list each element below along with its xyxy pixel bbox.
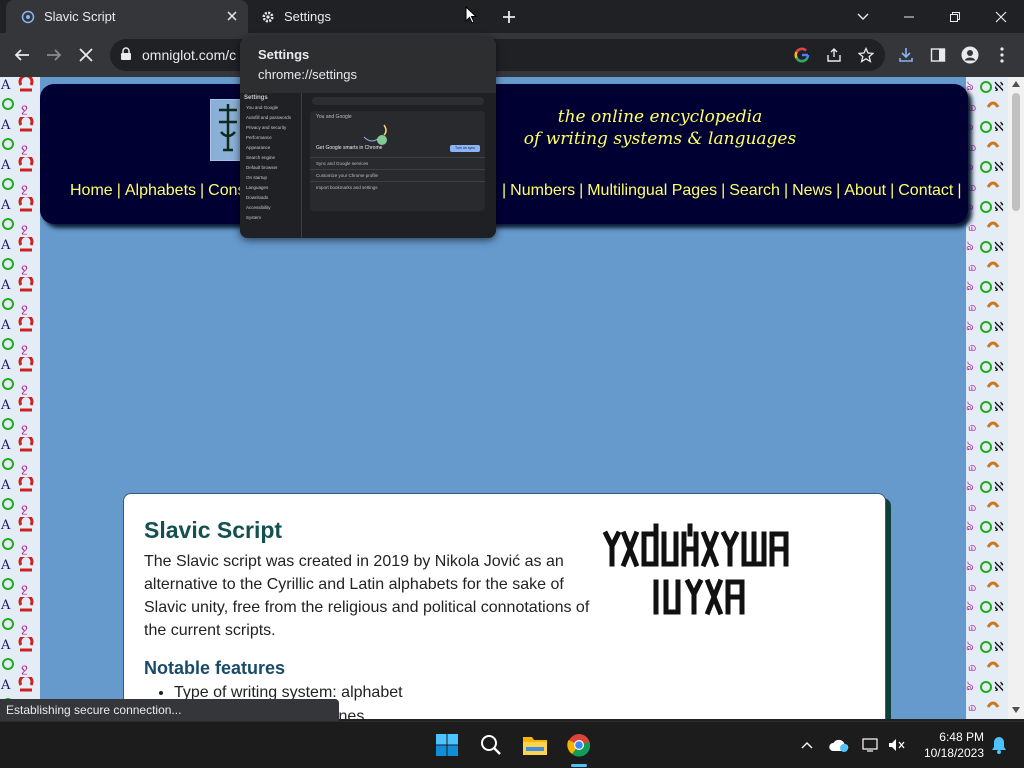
preview-sidebar-item: Search engine (246, 155, 276, 160)
nav-search[interactable]: Search (725, 182, 784, 200)
new-tab-button[interactable] (498, 6, 520, 28)
nav-contact[interactable]: Contact (894, 182, 957, 200)
share-icon[interactable] (820, 41, 848, 69)
preview-header: Settings (244, 95, 268, 101)
close-tab-icon[interactable] (224, 8, 240, 24)
windows-taskbar: 6:48 PM 10/18/2023 (0, 721, 1024, 768)
search-icon[interactable] (478, 732, 504, 758)
preview-panel-line: Customize your Chrome profile (310, 169, 485, 181)
system-clock[interactable]: 6:48 PM 10/18/2023 (912, 729, 984, 761)
nav-alphabets[interactable]: Alphabets (121, 182, 200, 200)
tab-hover-card: Settings chrome://settings Settings You … (240, 37, 496, 238)
preview-sidebar-item: Privacy and security (246, 125, 287, 130)
clock-time: 6:48 PM (939, 730, 984, 744)
chevron-up-icon[interactable] (794, 732, 820, 758)
gear-icon (260, 9, 276, 25)
preview-sidebar-item: Performance (246, 135, 272, 140)
preview-sidebar-item: Accessibility (246, 205, 271, 210)
scroll-down-icon[interactable] (1012, 707, 1020, 713)
tab-preview-thumbnail: Settings You and Google Autofill and pas… (240, 93, 496, 238)
preview-panel-line: Import bookmarks and settings (310, 181, 485, 193)
loading-favicon-icon (20, 9, 36, 25)
side-panel-icon[interactable] (924, 41, 952, 69)
scroll-up-icon[interactable] (1012, 81, 1020, 87)
windows-start-icon[interactable] (434, 732, 460, 758)
bookmark-star-icon[interactable] (852, 41, 880, 69)
google-lens-icon[interactable] (788, 41, 816, 69)
preview-section-heading: You and Google (316, 114, 352, 120)
back-button[interactable] (8, 41, 36, 69)
preview-panel: You and Google Get Google smarts in Chro… (310, 111, 485, 211)
hover-card-title: Settings (258, 47, 310, 62)
hover-card-url: chrome://settings (258, 67, 357, 82)
nav-numbers[interactable]: Numbers (506, 182, 579, 200)
nav-about[interactable]: About (840, 182, 890, 200)
section-heading: Notable features (144, 658, 286, 678)
close-window-button[interactable] (978, 0, 1024, 33)
scrollbar-thumb[interactable] (1012, 93, 1020, 211)
nav-home[interactable]: Home (66, 182, 117, 200)
preview-sidebar-item: Appearance (246, 145, 271, 150)
tab-slavic-script[interactable]: Slavic Script (6, 0, 248, 33)
vertical-scrollbar[interactable] (1008, 77, 1024, 719)
preview-sidebar-item: Autofill and passwords (246, 115, 292, 120)
tab-settings[interactable]: Settings (248, 0, 478, 33)
address-bar[interactable]: omniglot.com/c (110, 39, 885, 71)
lock-icon[interactable] (120, 47, 132, 66)
preview-sidebar-item: Downloads (246, 195, 269, 200)
page-title: Slavic Script (144, 517, 283, 543)
preview-panel-line: Sync and Google services (310, 157, 485, 169)
tab-strip: Slavic Script Settings (0, 0, 1024, 33)
stop-loading-button[interactable] (72, 41, 100, 69)
decorative-letter-border: A ջ (0, 77, 40, 719)
preview-sidebar-item: Languages (246, 185, 269, 190)
slavic-script-sample-image (602, 523, 789, 616)
nav-news[interactable]: News (788, 182, 836, 200)
chrome-taskbar-icon[interactable] (566, 732, 592, 758)
preview-promo: Get Google smarts in Chrome Turn on sync (310, 123, 485, 157)
file-explorer-icon[interactable] (522, 732, 548, 758)
status-bubble: Establishing secure connection... (0, 699, 339, 721)
minimize-button[interactable] (886, 0, 932, 33)
clock-date: 10/18/2023 (923, 746, 984, 760)
tab-title: Settings (284, 9, 331, 24)
tab-title: Slavic Script (44, 9, 116, 24)
preview-sidebar: Settings You and Google Autofill and pas… (240, 93, 302, 238)
decorative-letter-border: ঌ ℵ ௰ (966, 77, 1008, 719)
preview-sidebar-item: You and Google (246, 105, 279, 110)
active-app-indicator (571, 764, 587, 767)
tagline-line-2: of writing systems & languages (523, 129, 797, 149)
site-nav-right: | Numbers | Multilingual Pages | Search | Ne… (502, 182, 962, 200)
preview-promo-button: Turn on sync (450, 145, 480, 152)
tagline-line-1: the online encyclopedia (557, 107, 763, 127)
site-nav: Home | Alphabets | Const (66, 180, 254, 202)
restore-button[interactable] (932, 0, 978, 33)
browser-toolbar: omniglot.com/c (0, 33, 1024, 77)
downloads-icon[interactable] (892, 41, 920, 69)
nav-multilingual-pages[interactable]: Multilingual Pages (583, 182, 721, 200)
network-icon[interactable] (858, 732, 884, 758)
mouse-cursor-icon (465, 6, 477, 24)
url-text: omniglot.com/c (142, 47, 237, 63)
preview-search-box (312, 97, 484, 105)
site-header: the online encyclopedia of writing syste… (40, 84, 968, 224)
preview-sidebar-item: Default browser (246, 165, 278, 170)
tab-search-button[interactable] (840, 0, 886, 33)
article-intro: The Slavic script was created in 2019 by… (144, 553, 590, 639)
forward-button[interactable] (40, 41, 68, 69)
site-tagline: the online encyclopedia of writing syste… (470, 106, 850, 150)
chrome-menu-icon[interactable] (988, 41, 1016, 69)
preview-sidebar-item: On startup (246, 175, 268, 180)
article-box: Slavic Script The Slavic script was crea… (123, 493, 886, 719)
web-page: A ջ ঌ ℵ ௰ the online encyclopedia (0, 77, 1008, 719)
profile-avatar-icon[interactable] (956, 41, 984, 69)
onedrive-icon[interactable] (826, 732, 852, 758)
volume-muted-icon[interactable] (884, 732, 910, 758)
preview-promo-title: Get Google smarts in Chrome (316, 145, 383, 151)
notification-bell-icon[interactable] (986, 732, 1012, 758)
preview-sidebar-item: System (246, 215, 262, 220)
